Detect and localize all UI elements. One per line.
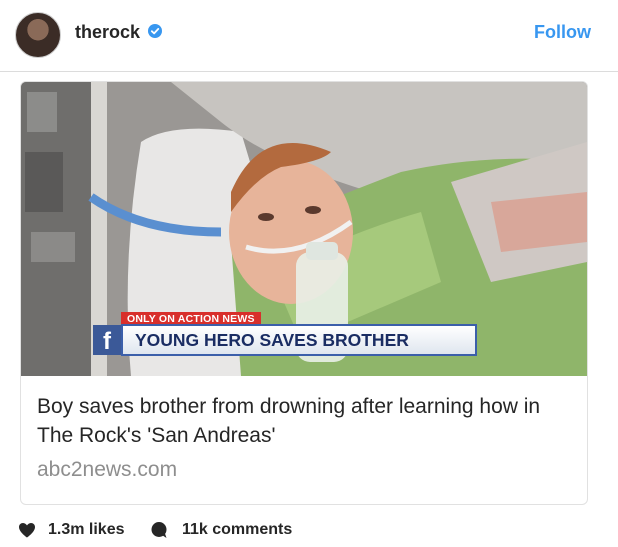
comments-count[interactable]: 11k comments — [182, 521, 292, 539]
verified-badge-icon — [148, 24, 162, 38]
chyron-headline: YOUNG HERO SAVES BROTHER — [121, 324, 477, 356]
avatar[interactable] — [15, 12, 61, 58]
comment-icon[interactable] — [150, 521, 168, 539]
link-preview-card[interactable]: f ONLY ON ACTION NEWS YOUNG HERO SAVES B… — [20, 81, 588, 505]
heart-icon[interactable] — [18, 522, 36, 538]
likes-count[interactable]: 1.3m likes — [48, 521, 125, 539]
post-header: therock Follow — [0, 0, 618, 72]
username[interactable]: therock — [75, 22, 140, 43]
link-title[interactable]: Boy saves brother from drowning after le… — [37, 392, 567, 450]
follow-button[interactable]: Follow — [534, 22, 591, 43]
link-domain: abc2news.com — [37, 458, 178, 481]
news-photo[interactable]: f ONLY ON ACTION NEWS YOUNG HERO SAVES B… — [21, 82, 587, 376]
facebook-icon: f — [93, 325, 121, 355]
